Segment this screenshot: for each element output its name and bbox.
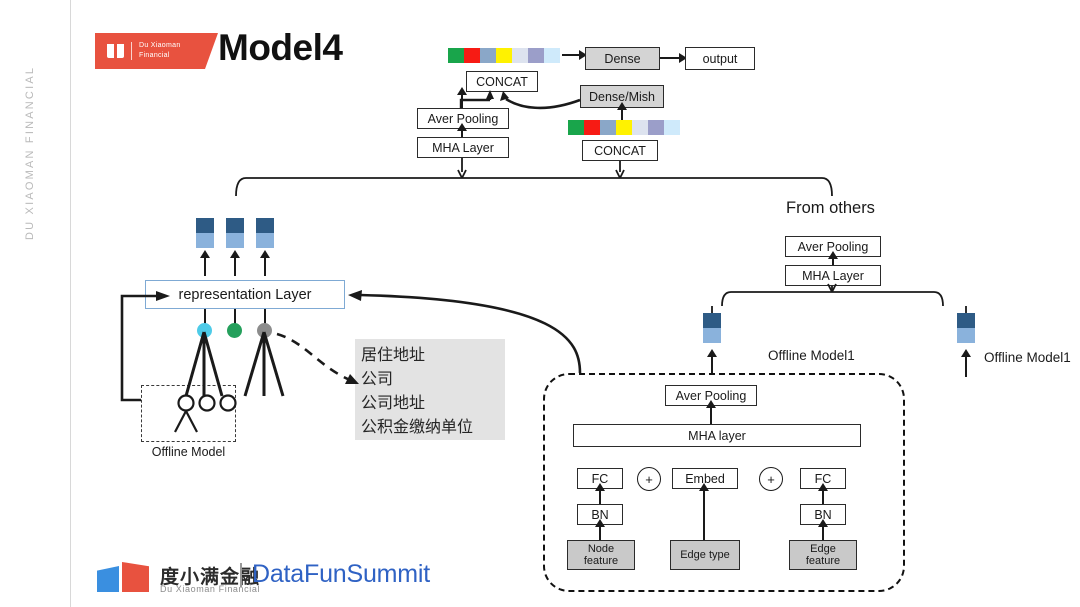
ribbon-segment: [632, 120, 648, 135]
logo-text: Du Xiaoman Financial: [139, 41, 181, 60]
edge-feature-box[interactable]: Edge feature: [789, 540, 857, 570]
ribbon-segment: [496, 48, 512, 63]
token-bar-3: [256, 218, 274, 248]
dense-box[interactable]: Dense: [585, 47, 660, 70]
mha-layer-box-right[interactable]: MHA Layer: [785, 265, 881, 286]
output-box[interactable]: output: [685, 47, 755, 70]
node-feature-line1: Node: [587, 543, 615, 555]
arrow-ribbon-to-dense: [562, 54, 580, 57]
ribbon-segment: [528, 48, 544, 63]
arrow-edgefeat-to-bn: [822, 525, 825, 540]
logo-text-line1: Du Xiaoman: [139, 42, 181, 49]
feature-line-1: 居住地址: [361, 345, 426, 364]
header-logo: Du Xiaoman Financial: [95, 33, 220, 69]
ribbon-segment: [648, 120, 664, 135]
arrow-bn-to-fc-right: [822, 489, 825, 504]
footer-logo-blue-shape: [97, 566, 119, 592]
ribbon-segment: [544, 48, 560, 63]
footer-company-name-en: Du Xiaoman Financial: [160, 584, 261, 594]
offline-model1-label-left: Offline Model1: [768, 348, 855, 363]
dot-gray-icon: [257, 323, 272, 338]
plus-circle-left: +: [637, 467, 661, 491]
feature-line-3: 公司地址: [361, 393, 426, 412]
edge-feature-line1: Edge: [810, 543, 836, 555]
arrow-averpool-to-concat: [461, 93, 464, 108]
gnn-mha-layer-box[interactable]: MHA layer: [573, 424, 861, 447]
feature-ribbon-top: [448, 48, 560, 63]
mha-layer-box-top[interactable]: MHA Layer: [417, 137, 509, 158]
book-icon: [107, 42, 124, 58]
arrow-rep-to-token-3: [264, 256, 267, 276]
offline-model1-label-right: Offline Model1: [984, 350, 1071, 365]
ribbon-segment: [664, 120, 680, 135]
arrow-dense-to-output: [660, 57, 680, 60]
ribbon-segment: [464, 48, 480, 63]
ribbon-segment: [600, 120, 616, 135]
concat-right-box[interactable]: CONCAT: [582, 140, 658, 161]
token-bar-1: [196, 218, 214, 248]
arrow-edgetype-to-embed: [703, 489, 706, 540]
offline-model-label: Offline Model: [151, 445, 226, 459]
arrow-mha-to-averpool-top: [461, 129, 464, 137]
arrow-rep-to-token-2: [234, 256, 237, 276]
ribbon-segment: [480, 48, 496, 63]
token-bar-2: [226, 218, 244, 248]
feature-line-4: 公积金缴纳单位: [361, 417, 474, 436]
arrow-mha-to-averpool-right: [832, 257, 835, 265]
node-feature-line2: feature: [583, 555, 619, 567]
plus-circle-right: +: [759, 467, 783, 491]
node-feature-box[interactable]: Node feature: [567, 540, 635, 570]
representation-layer-box[interactable]: representation Layer: [145, 280, 345, 309]
arrow-node-to-bn: [599, 525, 602, 540]
ribbon-segment: [568, 120, 584, 135]
feature-list-panel: 居住地址 公司 公司地址 公积金缴纳单位: [355, 339, 505, 440]
arrow-rep-to-token-1: [204, 256, 207, 276]
page-title: Model4: [218, 27, 343, 68]
feature-ribbon-mid: [568, 120, 680, 135]
arrow-up-offline-right: [965, 355, 968, 377]
ribbon-segment: [584, 120, 600, 135]
logo-divider: [131, 42, 132, 60]
edge-feature-line2: feature: [805, 555, 841, 567]
footer-brand-name: DataFunSummit: [252, 560, 431, 588]
arrow-ribbon-to-densemish: [621, 108, 624, 120]
arrow-mha-to-averpool-gnn: [710, 406, 713, 424]
sidebar-vertical-brand-text: DU XIAOMAN FINANCIAL: [24, 65, 36, 240]
dot-cyan-icon: [197, 323, 212, 338]
dot-green-icon: [227, 323, 242, 338]
left-divider-rule: [70, 0, 71, 607]
token-bar-offline-right: [957, 313, 975, 343]
arrow-bn-to-fc-left: [599, 489, 602, 504]
ribbon-segment: [512, 48, 528, 63]
from-others-label: From others: [786, 199, 875, 217]
edge-type-box[interactable]: Edge type: [670, 540, 740, 570]
footer-logo-red-shape: [122, 562, 149, 592]
offline-model-dashed-box: [141, 385, 236, 442]
logo-text-line2: Financial: [139, 51, 170, 59]
concat-top-box[interactable]: CONCAT: [466, 71, 538, 92]
token-bar-offline-left: [703, 313, 721, 343]
ribbon-segment: [448, 48, 464, 63]
ribbon-segment: [616, 120, 632, 135]
footer-logo: [97, 562, 149, 592]
feature-line-2: 公司: [361, 369, 394, 388]
footer-divider: [240, 563, 242, 587]
